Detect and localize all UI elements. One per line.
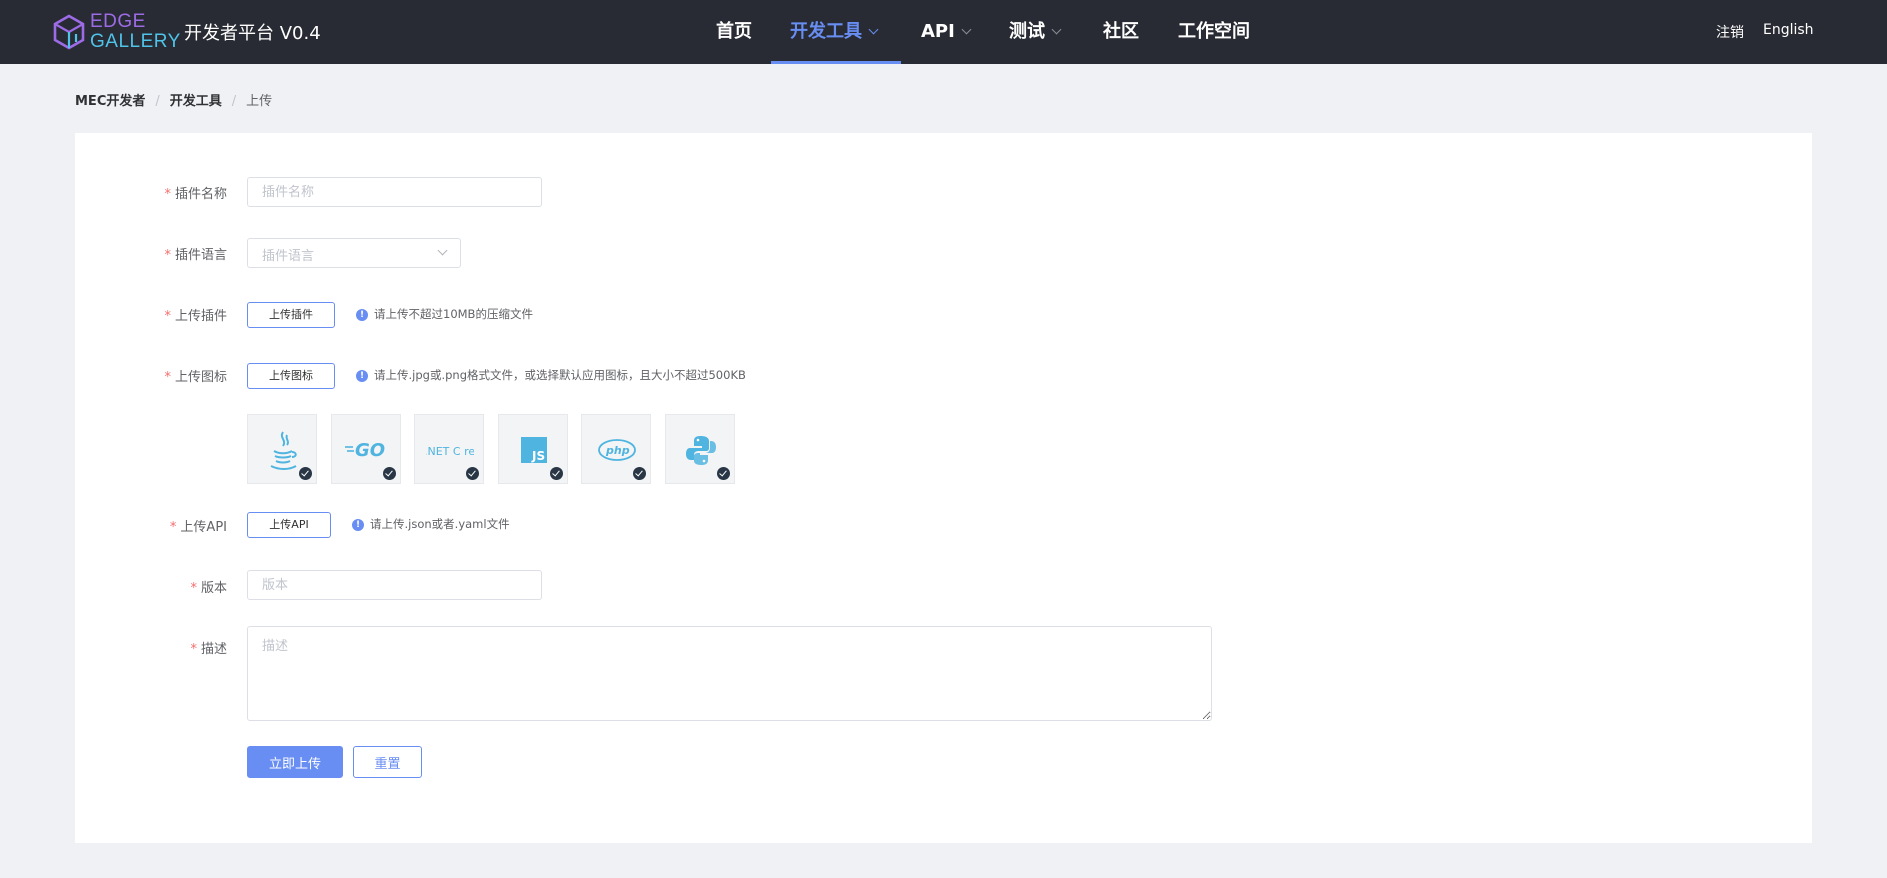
upload-plugin-tip: ! 请上传不超过10MB的压缩文件 — [356, 306, 533, 322]
chevron-down-icon — [437, 245, 448, 256]
svg-text:php: php — [605, 444, 630, 457]
upload-icon-button[interactable]: 上传图标 — [247, 363, 335, 389]
plugin-language-placeholder: 插件语言 — [262, 249, 315, 264]
dotnet-core-icon: .NET C re — [426, 445, 474, 458]
svg-text:JS: JS — [531, 449, 545, 463]
php-icon: php — [598, 439, 636, 461]
nav-api[interactable]: API — [921, 0, 972, 64]
description-textarea[interactable] — [247, 626, 1212, 721]
check-icon — [633, 467, 646, 480]
nav-workspace[interactable]: 工作空间 — [1178, 0, 1250, 64]
go-icon: GO — [345, 440, 385, 461]
svg-text:.NET C re: .NET C re — [426, 445, 474, 458]
check-icon — [299, 467, 312, 480]
version-label: * 版本 — [190, 581, 227, 596]
info-icon: ! — [356, 370, 368, 382]
nav-dev-tools[interactable]: 开发工具 — [790, 0, 879, 64]
check-icon — [550, 467, 563, 480]
plugin-name-label: * 插件名称 — [164, 187, 227, 202]
top-navbar: EDGE GALLERY 开发者平台 V0.4 首页 开发工具 API 测试 社… — [0, 0, 1887, 64]
info-icon: ! — [356, 309, 368, 321]
info-icon: ! — [352, 519, 364, 531]
default-icon-javascript[interactable]: JS — [498, 414, 568, 484]
upload-icon-label: * 上传图标 — [164, 370, 227, 385]
main-nav: 首页 开发工具 API 测试 社区 工作空间 — [0, 0, 1887, 64]
svg-text:GO: GO — [355, 440, 385, 461]
upload-api-tip: ! 请上传.json或者.yaml文件 — [352, 516, 510, 532]
logout-link[interactable]: 注销 — [1716, 22, 1744, 42]
nav-home[interactable]: 首页 — [716, 0, 752, 64]
plugin-language-label: * 插件语言 — [164, 248, 227, 263]
check-icon — [383, 467, 396, 480]
active-nav-indicator — [771, 61, 901, 64]
default-icon-java[interactable] — [247, 414, 317, 484]
reset-button[interactable]: 重置 — [353, 746, 422, 778]
upload-api-label: * 上传API — [169, 520, 227, 535]
language-switch[interactable]: English — [1763, 22, 1814, 38]
chevron-down-icon — [1051, 24, 1062, 35]
breadcrumb-item-mec-developer[interactable]: MEC开发者 — [75, 90, 145, 109]
default-icon-go[interactable]: GO — [331, 414, 401, 484]
default-icon-python[interactable] — [665, 414, 735, 484]
check-icon — [466, 467, 479, 480]
chevron-down-icon — [868, 24, 879, 35]
upload-api-button[interactable]: 上传API — [247, 512, 331, 538]
python-icon — [686, 436, 716, 465]
nav-community[interactable]: 社区 — [1103, 0, 1139, 64]
submit-upload-button[interactable]: 立即上传 — [247, 746, 343, 778]
default-icon-php[interactable]: php — [581, 414, 651, 484]
breadcrumb-separator: / — [155, 94, 160, 109]
chevron-down-icon — [961, 24, 972, 35]
upload-plugin-button[interactable]: 上传插件 — [247, 302, 335, 328]
check-icon — [717, 467, 730, 480]
upload-plugin-label: * 上传插件 — [164, 309, 227, 324]
plugin-name-input[interactable] — [247, 177, 542, 207]
breadcrumb-separator: / — [231, 94, 237, 109]
plugin-language-select[interactable]: 插件语言 — [247, 238, 461, 268]
upload-icon-tip: ! 请上传.jpg或.png格式文件，或选择默认应用图标，且大小不超过500KB — [356, 367, 746, 383]
description-label: * 描述 — [190, 642, 227, 657]
breadcrumb-item-dev-tools[interactable]: 开发工具 — [170, 90, 222, 109]
nav-test[interactable]: 测试 — [1009, 0, 1062, 64]
java-icon — [270, 431, 297, 470]
breadcrumb: MEC开发者 / 开发工具 / 上传 — [75, 90, 272, 109]
javascript-icon: JS — [521, 437, 547, 463]
default-icon-dotnet[interactable]: .NET C re — [414, 414, 484, 484]
breadcrumb-item-current: 上传 — [246, 94, 273, 109]
version-input[interactable] — [247, 570, 542, 600]
